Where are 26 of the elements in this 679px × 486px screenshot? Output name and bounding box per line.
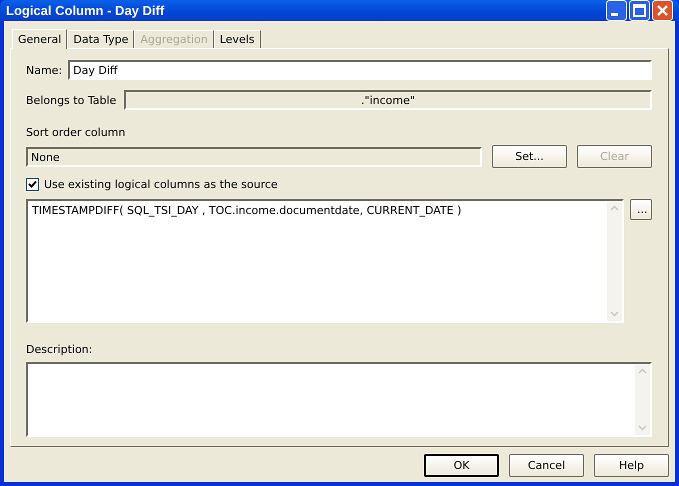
table-field: ."income" bbox=[124, 90, 652, 110]
name-label: Name: bbox=[26, 64, 62, 76]
dialog-button[interactable]: OK bbox=[424, 454, 499, 477]
tab[interactable]: Levels bbox=[214, 30, 261, 48]
dialog-button[interactable]: Help bbox=[594, 454, 669, 477]
belongs-to-table-label: Belongs to Table bbox=[26, 94, 118, 106]
description-label: Description: bbox=[26, 343, 94, 356]
tab[interactable]: Data Type bbox=[67, 30, 134, 48]
checkbox-label: Use existing logical columns as the source bbox=[44, 178, 278, 191]
sort-order-label: Sort order column bbox=[26, 126, 126, 139]
expression-text: TIMESTAMPDIFF( SQL_TSI_DAY , TOC.income.documentdate, CURRENT_DATE ) bbox=[32, 204, 462, 217]
expression-editor[interactable]: TIMESTAMPDIFF( SQL_TSI_DAY , TOC.income.documentdate, CURRENT_DATE ) bbox=[26, 199, 624, 323]
dialog-button[interactable]: Cancel bbox=[509, 454, 584, 477]
scrollbar[interactable] bbox=[607, 201, 622, 321]
close-button[interactable] bbox=[652, 0, 673, 21]
sort-order-field: None bbox=[26, 146, 482, 166]
description-field[interactable] bbox=[26, 362, 652, 437]
browse-button[interactable]: ... bbox=[630, 199, 652, 220]
dialog-button[interactable]: Set... bbox=[492, 145, 567, 168]
window-title: Logical Column - Day Diff bbox=[6, 3, 164, 18]
checkbox[interactable] bbox=[26, 178, 39, 191]
tab[interactable]: General bbox=[12, 29, 68, 49]
minimize-button[interactable] bbox=[606, 0, 627, 21]
name-field[interactable]: Day Diff bbox=[68, 60, 652, 80]
scrollbar[interactable] bbox=[635, 364, 650, 435]
maximize-button[interactable] bbox=[629, 0, 650, 21]
